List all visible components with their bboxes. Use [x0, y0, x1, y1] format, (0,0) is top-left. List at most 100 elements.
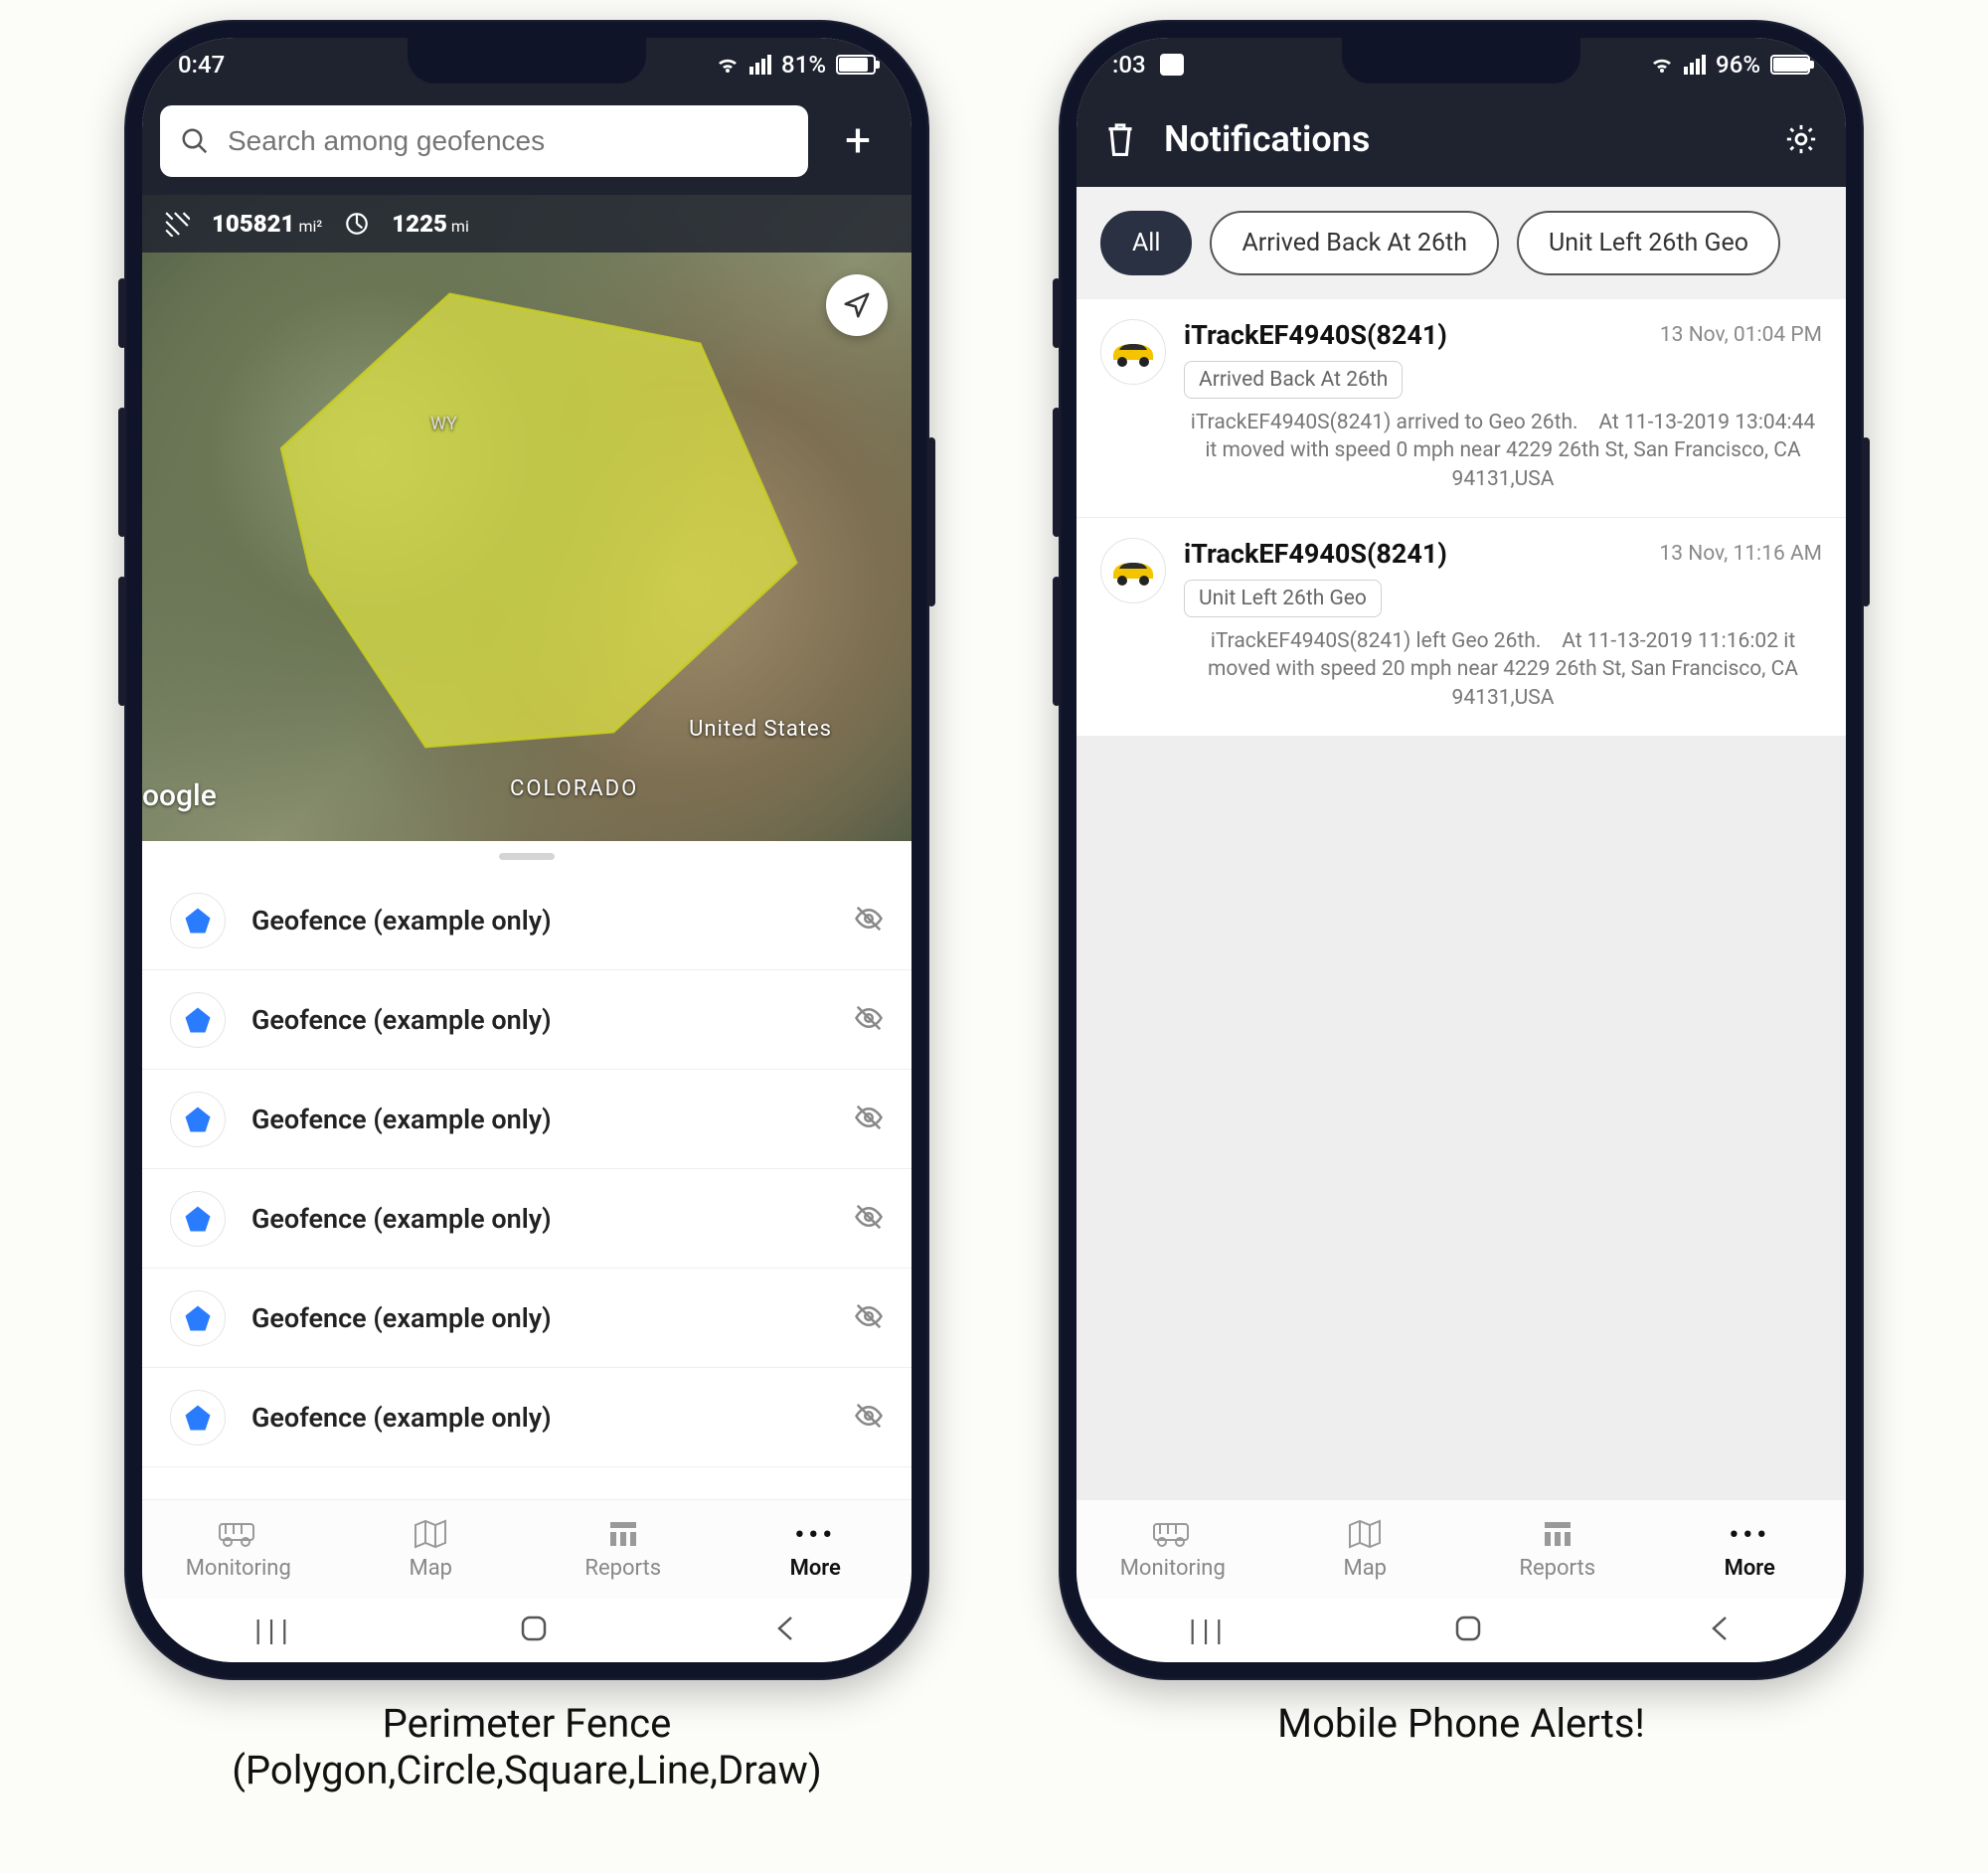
tab-monitoring[interactable]: Monitoring — [142, 1500, 335, 1599]
geofence-name: Geofence (example only) — [251, 1402, 828, 1434]
tab-label: Reports — [1519, 1556, 1595, 1581]
map-view[interactable]: 105821mi² 1225mi WY COLORADO United Stat… — [142, 195, 911, 841]
notification-card[interactable]: iTrackEF4940S(8241) 13 Nov, 11:16 AM Unit … — [1077, 518, 1846, 737]
geofence-name: Geofence (example only) — [251, 1104, 828, 1135]
phone-frame-right: :03 96% Notifications A — [1059, 20, 1864, 1680]
search-row: + — [142, 91, 911, 195]
pentagon-icon — [170, 1191, 226, 1247]
wifi-icon — [1650, 55, 1674, 75]
bus-icon — [1152, 1520, 1194, 1548]
notification-list: iTrackEF4940S(8241) 13 Nov, 01:04 PM Arriv… — [1077, 299, 1846, 1499]
tab-map[interactable]: Map — [335, 1500, 528, 1599]
gear-icon[interactable] — [1784, 122, 1818, 156]
chip-all[interactable]: All — [1100, 211, 1192, 275]
phone-notch — [1342, 38, 1580, 84]
visibility-toggle[interactable] — [854, 1401, 884, 1435]
car-icon — [1100, 538, 1166, 603]
nav-home[interactable] — [519, 1614, 549, 1647]
trash-icon[interactable] — [1104, 121, 1136, 157]
geofence-name: Geofence (example only) — [251, 1302, 828, 1334]
car-icon — [1100, 319, 1166, 385]
pentagon-icon — [170, 1390, 226, 1446]
bus-icon — [218, 1520, 259, 1548]
notification-title: iTrackEF4940S(8241) — [1184, 319, 1646, 351]
wifi-icon — [716, 55, 740, 75]
nav-recents[interactable]: ||| — [254, 1614, 294, 1648]
bottom-tabbar: Monitoring Map Reports ••• More — [142, 1499, 911, 1599]
geofence-row[interactable]: Geofence (example only) — [142, 1169, 911, 1269]
visibility-toggle[interactable] — [854, 1103, 884, 1136]
geofence-row[interactable]: Geofence (example only) — [142, 871, 911, 970]
notification-title: iTrackEF4940S(8241) — [1184, 538, 1645, 570]
chip-left[interactable]: Unit Left 26th Geo — [1517, 211, 1780, 275]
tab-reports[interactable]: Reports — [1461, 1500, 1654, 1599]
page-title: Notifications — [1164, 118, 1756, 160]
notification-time: 13 Nov, 11:16 AM — [1659, 542, 1822, 566]
phone-notch — [408, 38, 646, 84]
battery-percent: 96% — [1716, 51, 1760, 79]
tab-label: Monitoring — [186, 1556, 291, 1581]
reports-icon — [608, 1520, 638, 1548]
notification-tag: Arrived Back At 26th — [1184, 361, 1403, 399]
geofence-row[interactable]: Geofence (example only) — [142, 970, 911, 1070]
tab-monitoring[interactable]: Monitoring — [1077, 1500, 1269, 1599]
tab-label: Reports — [584, 1556, 661, 1581]
tab-more[interactable]: ••• More — [1654, 1500, 1847, 1599]
pentagon-icon — [170, 992, 226, 1048]
tab-label: More — [790, 1556, 841, 1581]
notification-tag: Unit Left 26th Geo — [1184, 580, 1382, 617]
notification-description: iTrackEF4940S(8241) left Geo 26th. At 11… — [1184, 627, 1822, 712]
nav-back[interactable] — [773, 1614, 799, 1647]
notification-description: iTrackEF4940S(8241) arrived to Geo 26th.… — [1184, 409, 1822, 493]
tab-map[interactable]: Map — [1269, 1500, 1462, 1599]
chat-icon — [1160, 54, 1184, 76]
more-icon: ••• — [1729, 1518, 1770, 1550]
map-icon — [414, 1519, 447, 1549]
reports-icon — [1543, 1520, 1573, 1548]
map-icon — [1348, 1519, 1382, 1549]
status-time: 0:47 — [178, 51, 225, 79]
android-navbar: ||| — [142, 1599, 911, 1662]
search-box[interactable] — [160, 105, 808, 177]
caption-right: Mobile Phone Alerts! — [1277, 1700, 1645, 1747]
tab-label: Map — [1343, 1556, 1387, 1581]
chip-arrived[interactable]: Arrived Back At 26th — [1210, 211, 1499, 275]
geofence-row[interactable]: Geofence (example only) — [142, 1368, 911, 1467]
sheet-drag-handle[interactable] — [142, 841, 911, 871]
tab-label: More — [1725, 1556, 1775, 1581]
map-label-wy: WY — [430, 414, 457, 434]
nav-recents[interactable]: ||| — [1189, 1614, 1229, 1648]
pentagon-icon — [170, 1290, 226, 1346]
nav-home[interactable] — [1453, 1614, 1483, 1647]
signal-icon — [1684, 55, 1706, 75]
geofence-name: Geofence (example only) — [251, 1004, 828, 1036]
status-time: :03 — [1112, 51, 1146, 79]
search-input[interactable] — [228, 125, 788, 157]
tab-reports[interactable]: Reports — [527, 1500, 720, 1599]
search-icon — [180, 126, 210, 156]
notification-card[interactable]: iTrackEF4940S(8241) 13 Nov, 01:04 PM Arriv… — [1077, 299, 1846, 518]
pentagon-icon — [170, 1092, 226, 1147]
battery-icon — [1770, 55, 1810, 75]
battery-icon — [836, 55, 876, 75]
geofence-row[interactable]: Geofence (example only) — [142, 1070, 911, 1169]
more-icon: ••• — [794, 1518, 836, 1550]
geofence-row[interactable]: Geofence (example only) — [142, 1269, 911, 1368]
geofence-polygon[interactable] — [142, 195, 911, 841]
nav-back[interactable] — [1708, 1614, 1734, 1647]
geofence-name: Geofence (example only) — [251, 1203, 828, 1235]
visibility-toggle[interactable] — [854, 1301, 884, 1335]
notification-time: 13 Nov, 01:04 PM — [1660, 323, 1822, 347]
map-label-us: United States — [689, 717, 832, 742]
visibility-toggle[interactable] — [854, 1003, 884, 1037]
map-attribution: oogle — [142, 778, 217, 813]
add-geofence-button[interactable]: + — [822, 114, 894, 168]
notifications-header: Notifications — [1077, 91, 1846, 187]
phone-frame-left: 0:47 81% + — [124, 20, 929, 1680]
map-label-co: COLORADO — [510, 776, 638, 801]
visibility-toggle[interactable] — [854, 1202, 884, 1236]
signal-icon — [749, 55, 771, 75]
tab-more[interactable]: ••• More — [720, 1500, 912, 1599]
bottom-tabbar: Monitoring Map Reports ••• More — [1077, 1499, 1846, 1599]
visibility-toggle[interactable] — [854, 904, 884, 937]
